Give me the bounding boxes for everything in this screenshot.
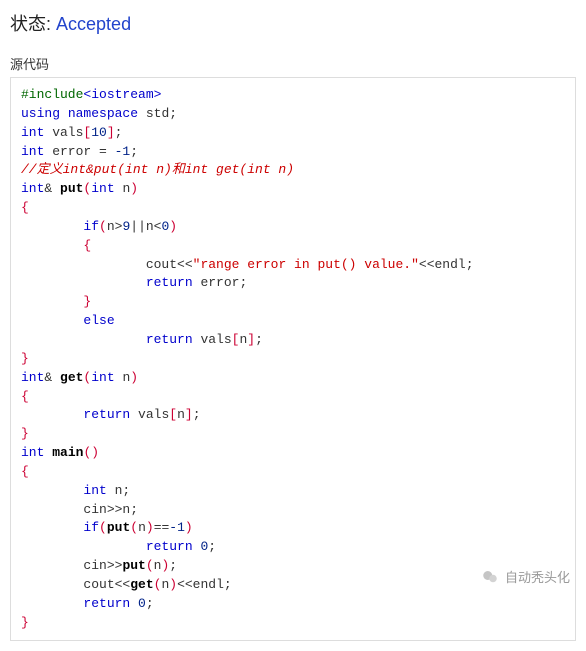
code-token: if: [83, 520, 99, 535]
code-token: }: [83, 294, 91, 309]
status-line: 状态: Accepted: [10, 10, 576, 36]
code-token: ;: [169, 558, 177, 573]
code-token: n: [138, 520, 146, 535]
code-token: int: [21, 125, 44, 140]
code-token: ;: [255, 332, 263, 347]
code-token: return: [83, 407, 130, 422]
code-token: }: [21, 351, 29, 366]
source-code-block: #include<iostream> using namespace std; …: [10, 77, 576, 641]
code-token: ;: [146, 596, 154, 611]
code-token: ;: [208, 539, 216, 554]
code-token: cin>>: [83, 558, 122, 573]
code-token: namespace: [68, 106, 138, 121]
watermark: 自动秃头化: [481, 567, 570, 586]
code-token: ;: [193, 407, 201, 422]
code-token: return: [146, 539, 193, 554]
code-token: get: [60, 370, 83, 385]
code-token: -1: [169, 520, 185, 535]
code-token: ): [130, 181, 138, 196]
code-token: {: [83, 238, 91, 253]
code-token: "range error in put() value.": [193, 257, 419, 272]
wechat-icon: [481, 568, 499, 586]
code-token: -1: [115, 144, 131, 159]
status-value: Accepted: [56, 14, 131, 34]
code-token: ==: [154, 520, 170, 535]
code-token: vals: [193, 332, 232, 347]
code-token: cout<<: [83, 577, 130, 592]
code-token: int: [21, 370, 44, 385]
code-token: return: [146, 275, 193, 290]
code-token: ]: [107, 125, 115, 140]
code-token: &: [44, 181, 60, 196]
code-token: ): [130, 370, 138, 385]
code-token: {: [21, 389, 29, 404]
code-token: n: [115, 181, 131, 196]
code-token: ]: [247, 332, 255, 347]
source-code-heading: 源代码: [10, 54, 576, 73]
code-token: put: [60, 181, 83, 196]
code-token: vals: [44, 125, 83, 140]
code-token: int: [21, 144, 44, 159]
code-token: ;: [115, 125, 123, 140]
code-token: <iostream>: [83, 87, 161, 102]
code-token: if: [83, 219, 99, 234]
code-token: ): [91, 445, 99, 460]
code-token: n: [115, 370, 131, 385]
code-token: 10: [91, 125, 107, 140]
code-token: ]: [185, 407, 193, 422]
code-comment: //定义int&put(int n)和int get(int n): [21, 162, 294, 177]
code-token: error;: [193, 275, 248, 290]
code-token: ): [169, 577, 177, 592]
code-token: n;: [107, 483, 130, 498]
code-token: return: [83, 596, 130, 611]
code-token: (: [130, 520, 138, 535]
code-token: <<endl;: [419, 257, 474, 272]
code-token: <<endl;: [177, 577, 232, 592]
code-token: vals: [130, 407, 169, 422]
code-token: put: [122, 558, 145, 573]
code-token: n>: [107, 219, 123, 234]
code-token: return: [146, 332, 193, 347]
code-token: {: [21, 464, 29, 479]
code-token: ||n<: [130, 219, 161, 234]
code-token: get: [130, 577, 153, 592]
watermark-text: 自动秃头化: [505, 567, 570, 586]
code-token: [130, 596, 138, 611]
code-token: (: [99, 219, 107, 234]
code-token: cin>>n;: [83, 502, 138, 517]
code-token: &: [44, 370, 60, 385]
code-token: ): [146, 520, 154, 535]
code-token: (: [146, 558, 154, 573]
code-token: int: [21, 181, 44, 196]
code-token: int: [91, 370, 114, 385]
code-token: #include: [21, 87, 83, 102]
code-token: std;: [138, 106, 177, 121]
code-token: int: [91, 181, 114, 196]
status-label: 状态:: [10, 14, 51, 34]
code-token: main: [52, 445, 83, 460]
code-token: cout<<: [146, 257, 193, 272]
code-token: }: [21, 615, 29, 630]
code-token: using: [21, 106, 60, 121]
code-token: ;: [130, 144, 138, 159]
code-token: [: [169, 407, 177, 422]
code-token: }: [21, 426, 29, 441]
code-token: int: [21, 445, 44, 460]
code-token: put: [107, 520, 130, 535]
code-token: (: [99, 520, 107, 535]
code-token: 0: [138, 596, 146, 611]
code-token: error =: [44, 144, 114, 159]
code-token: n: [177, 407, 185, 422]
code-token: {: [21, 200, 29, 215]
code-token: ): [169, 219, 177, 234]
code-token: int: [83, 483, 106, 498]
code-token: else: [83, 313, 114, 328]
code-token: ): [185, 520, 193, 535]
